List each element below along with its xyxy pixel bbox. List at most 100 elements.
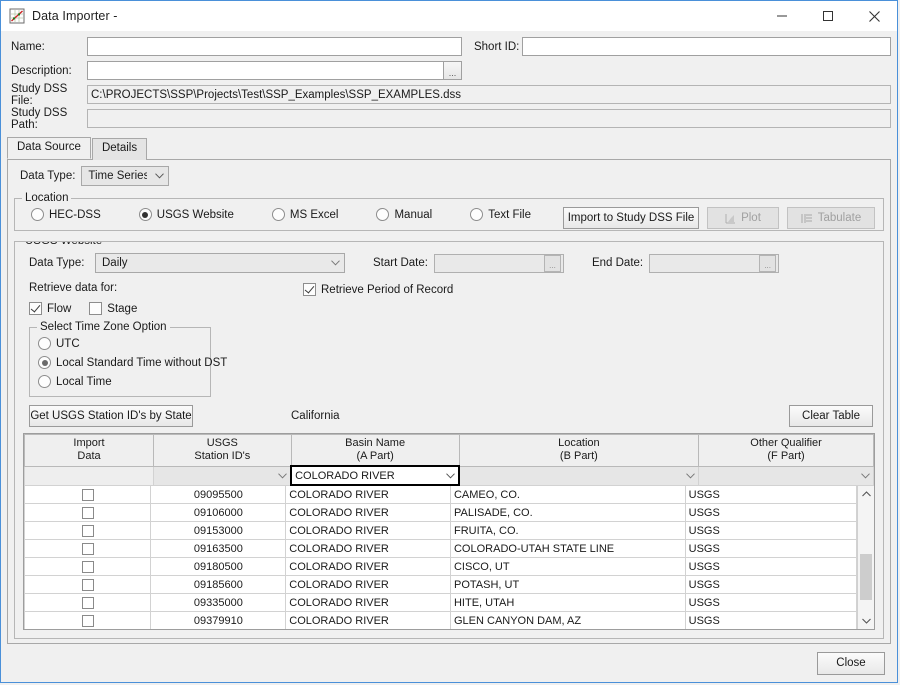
cell-import-data[interactable] [24,486,152,504]
cell-import-data[interactable] [24,557,152,576]
checkbox-icon[interactable] [81,524,94,537]
cell-location[interactable]: FRUITA, CO. [449,521,686,540]
cell-import-data[interactable] [24,575,152,594]
cell-station-id[interactable]: 09185600 [150,575,287,594]
tab-data-source[interactable]: Data Source [7,137,91,159]
cell-other-qualifier[interactable]: USGS [684,593,858,612]
cell-location[interactable]: COLORADO-UTAH STATE LINE [449,539,686,558]
close-icon[interactable] [851,1,897,31]
cell-station-id[interactable]: 09163500 [150,539,287,558]
cell-other-qualifier[interactable]: USGS [684,539,858,558]
calendar-picker-icon[interactable]: ... [543,254,561,272]
column-header-location[interactable]: Location (B Part) [458,434,700,467]
checkbox-icon[interactable] [81,560,94,573]
cell-basin-name[interactable]: COLORADO RIVER [285,593,451,612]
checkbox-icon[interactable] [81,488,94,501]
table-row[interactable]: 09379910 COLORADO RIVER GLEN CANYON DAM, A… [24,611,858,629]
table-row[interactable]: 09095500 COLORADO RIVER CAMEO, CO. USGS [24,486,858,504]
cell-other-qualifier[interactable]: USGS [684,486,858,504]
column-header-import-data[interactable]: Import Data [24,434,155,467]
checkbox-icon[interactable] [81,506,94,519]
filter-station-ids[interactable] [153,466,292,486]
location-option-manual[interactable]: Manual [376,208,432,221]
filter-import-data[interactable] [24,466,155,486]
cell-basin-name[interactable]: COLORADO RIVER [285,539,451,558]
cell-import-data[interactable] [24,611,152,629]
import-to-study-dss-button[interactable]: Import to Study DSS File [563,207,699,229]
cell-basin-name[interactable]: COLORADO RIVER [285,557,451,576]
scroll-down-icon[interactable] [858,613,874,629]
checkbox-icon[interactable] [81,542,94,555]
column-header-basin-name[interactable]: Basin Name (A Part) [290,434,460,467]
maximize-icon[interactable] [805,1,851,31]
checkbox-icon[interactable] [81,578,94,591]
cell-basin-name[interactable]: COLORADO RIVER [285,521,451,540]
column-header-other-qualifier[interactable]: Other Qualifier (F Part) [698,434,874,467]
close-button[interactable]: Close [817,651,885,675]
cell-location[interactable]: PALISADE, CO. [449,503,686,522]
short-id-input[interactable] [521,37,891,56]
location-option-usgs-website[interactable]: USGS Website [138,208,234,221]
get-usgs-station-ids-button[interactable]: Get USGS Station ID's by State [29,405,193,427]
column-header-station-ids[interactable]: USGS Station ID's [153,434,292,467]
table-row[interactable]: 09163500 COLORADO RIVER COLORADO-UTAH STAT… [24,539,858,558]
cell-other-qualifier[interactable]: USGS [684,575,858,594]
description-browse-button[interactable]: ... [443,61,462,80]
cell-location[interactable]: HITE, UTAH [449,593,686,612]
stage-checkbox[interactable]: Stage [89,302,137,315]
scroll-up-icon[interactable] [858,486,874,502]
filter-other-qualifier[interactable] [698,466,874,486]
usgs-data-type-select[interactable]: Daily [95,253,345,273]
table-vertical-scrollbar[interactable] [857,486,874,629]
clear-table-button[interactable]: Clear Table [789,405,873,427]
cell-basin-name[interactable]: COLORADO RIVER [285,486,451,504]
location-option-ms-excel[interactable]: MS Excel [271,208,338,221]
cell-basin-name[interactable]: COLORADO RIVER [285,611,451,629]
location-option-text-file[interactable]: Text File [470,208,531,221]
scrollbar-track[interactable] [858,502,874,613]
cell-other-qualifier[interactable]: USGS [684,611,858,629]
cell-import-data[interactable] [24,521,152,540]
filter-basin-name[interactable]: COLORADO RIVER [290,465,461,486]
name-input[interactable] [87,37,462,56]
filter-location[interactable] [458,466,700,486]
cell-station-id[interactable]: 09095500 [150,486,287,504]
tab-details[interactable]: Details [91,138,148,160]
cell-other-qualifier[interactable]: USGS [684,557,858,576]
cell-import-data[interactable] [24,503,152,522]
timezone-option-local-standard-time[interactable]: Local Standard Time without DST [38,356,227,369]
cell-location[interactable]: CAMEO, CO. [449,486,686,504]
cell-other-qualifier[interactable]: USGS [684,521,858,540]
cell-location[interactable]: GLEN CANYON DAM, AZ [449,611,686,629]
timezone-option-utc[interactable]: UTC [38,337,184,350]
minimize-icon[interactable] [759,1,805,31]
cell-station-id[interactable]: 09379910 [150,611,287,629]
data-type-select[interactable]: Time Series [81,166,170,186]
cell-location[interactable]: CISCO, UT [449,557,686,576]
cell-station-id[interactable]: 09106000 [150,503,287,522]
description-input[interactable] [87,61,444,80]
calendar-picker-icon[interactable]: ... [759,254,777,272]
location-option-hec-dss[interactable]: HEC-DSS [31,208,101,221]
cell-station-id[interactable]: 09153000 [150,521,287,540]
cell-basin-name[interactable]: COLORADO RIVER [285,503,451,522]
retrieve-period-of-record-checkbox[interactable]: Retrieve Period of Record [303,283,453,296]
cell-location[interactable]: POTASH, UT [449,575,686,594]
start-date-field[interactable]: ... [433,253,564,273]
cell-import-data[interactable] [24,593,152,612]
cell-basin-name[interactable]: COLORADO RIVER [285,575,451,594]
table-row[interactable]: 09153000 COLORADO RIVER FRUITA, CO. USGS [24,521,858,540]
checkbox-icon[interactable] [81,614,94,627]
flow-checkbox[interactable]: Flow [29,302,71,315]
table-row[interactable]: 09335000 COLORADO RIVER HITE, UTAH USGS [24,593,858,612]
cell-station-id[interactable]: 09180500 [150,557,287,576]
timezone-option-local-time[interactable]: Local Time [38,375,184,388]
scrollbar-thumb[interactable] [860,554,873,600]
table-row[interactable]: 09180500 COLORADO RIVER CISCO, UT USGS [24,557,858,576]
table-row[interactable]: 09106000 COLORADO RIVER PALISADE, CO. USGS [24,503,858,522]
end-date-field[interactable]: ... [649,253,780,273]
table-row[interactable]: 09185600 COLORADO RIVER POTASH, UT USGS [24,575,858,594]
cell-import-data[interactable] [24,539,152,558]
checkbox-icon[interactable] [81,596,94,609]
cell-station-id[interactable]: 09335000 [150,593,287,612]
